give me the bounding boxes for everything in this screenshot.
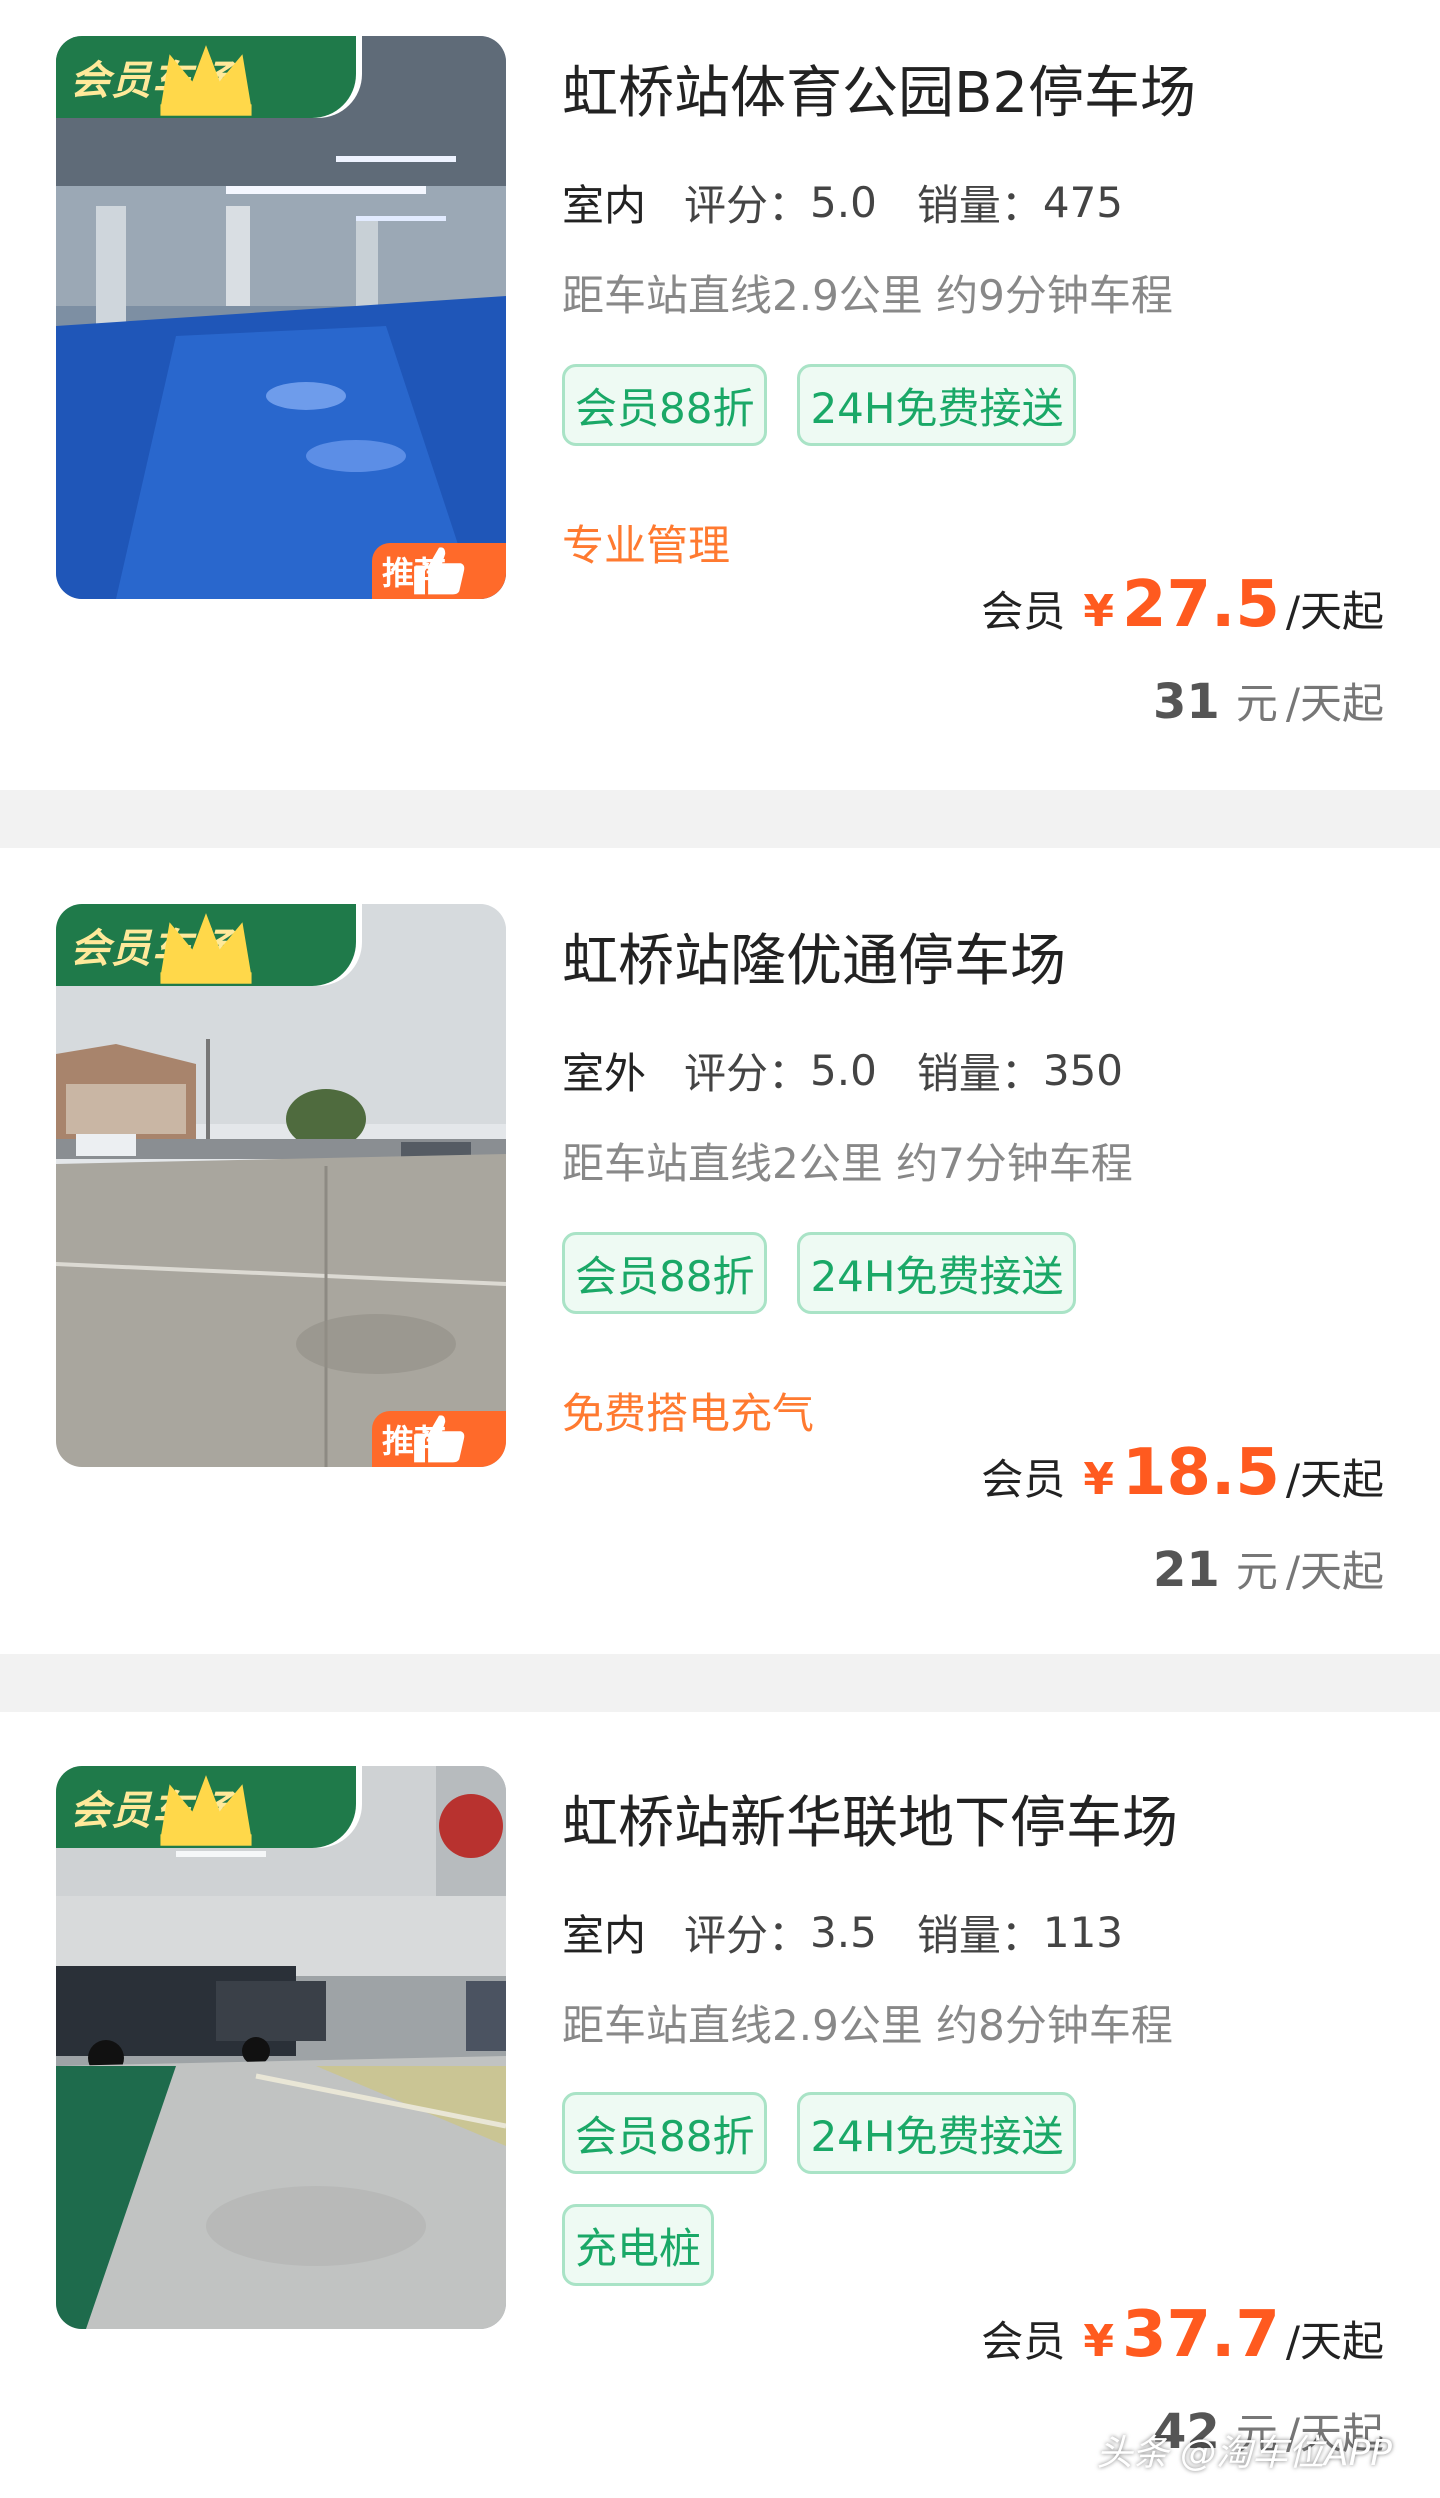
tag-chip: 24H免费接送: [797, 1232, 1077, 1314]
member-price-label: 会员: [981, 1455, 1066, 1504]
recommend-badge: 推荐: [372, 1411, 506, 1467]
price-unit: /天起: [1285, 587, 1384, 636]
rating-label: 评分：: [684, 1911, 811, 1960]
sales-value: 475: [1042, 178, 1124, 227]
currency-symbol: ¥: [1083, 586, 1114, 637]
thumbs-up-icon: [414, 547, 465, 595]
rating-label: 评分：: [684, 1049, 811, 1098]
tag-list: 会员88折 24H免费接送 充电桩: [562, 2092, 1262, 2316]
tag-chip: 会员88折: [562, 364, 768, 446]
original-price: 31 元 /天起: [1153, 670, 1384, 731]
original-price-value: 31: [1153, 674, 1220, 730]
original-price-unit: /天起: [1285, 679, 1384, 728]
parking-card[interactable]: 会员车场 虹桥站新华联地下停车场 室内 评分： 3.5 销量： 113 距车站直…: [0, 1712, 1440, 2498]
parking-kind: 室内: [559, 172, 651, 237]
crown-icon: [160, 913, 252, 984]
sales-value: 113: [1042, 1908, 1124, 1957]
original-price-unit: /天起: [1285, 1547, 1384, 1596]
original-price: 21 元 /天起: [1153, 1538, 1384, 1599]
sales-label: 销量：: [916, 1911, 1043, 1960]
member-price-label: 会员: [981, 587, 1066, 636]
original-price-value: 21: [1153, 1542, 1220, 1598]
parking-meta: 室内 评分： 3.5 销量： 113: [559, 1902, 1124, 1967]
feature-text: 专业管理: [562, 521, 731, 570]
parking-kind: 室内: [559, 1902, 651, 1967]
tag-chip: 充电桩: [562, 2204, 715, 2286]
recommend-badge: 推荐: [372, 543, 506, 599]
distance-text: 距车站直线2公里 约7分钟车程: [562, 1139, 1133, 1188]
distance-text: 距车站直线2.9公里 约8分钟车程: [562, 2001, 1173, 2050]
tag-chip: 会员88折: [562, 1232, 768, 1314]
price-unit: /天起: [1285, 1455, 1384, 1504]
member-price-value: 37.7: [1121, 2298, 1280, 2372]
member-parking-badge: 会员车场: [56, 36, 356, 118]
tag-list: 会员88折 24H免费接送: [562, 1232, 1262, 1344]
member-parking-badge: 会员车场: [56, 1766, 356, 1848]
sales-label: 销量：: [916, 181, 1043, 230]
currency-symbol: ¥: [1083, 1454, 1114, 1505]
card-divider: [0, 1654, 1440, 1712]
parking-card[interactable]: 会员车场 推荐 虹桥站隆优通停车场 室外 评分： 5.0 销量： 350 距车站…: [0, 848, 1440, 1638]
price-unit: /天起: [1285, 2317, 1384, 2366]
rating-value: 3.5: [810, 1908, 877, 1957]
tag-chip: 会员88折: [562, 2092, 768, 2174]
watermark: 头条 @淘车位APP: [1096, 2433, 1393, 2474]
parking-kind: 室外: [559, 1040, 651, 1105]
parking-meta: 室外 评分： 5.0 销量： 350: [559, 1040, 1124, 1105]
parking-title[interactable]: 虹桥站新华联地下停车场: [562, 1778, 1178, 1859]
member-price: 会员 ¥ 18.5 /天起: [981, 1436, 1384, 1510]
member-parking-badge: 会员车场: [56, 904, 356, 986]
feature-text: 免费搭电充气: [562, 1389, 815, 1438]
tag-chip: 24H免费接送: [797, 2092, 1077, 2174]
member-price-value: 18.5: [1121, 1436, 1280, 1510]
parking-photo[interactable]: 会员车场 推荐: [56, 904, 506, 1467]
member-price: 会员 ¥ 27.5 /天起: [981, 568, 1384, 642]
member-price-value: 27.5: [1121, 568, 1280, 642]
parking-card[interactable]: 会员车场 推荐 虹桥站体育公园B2停车场 室内 评分： 5.0 销量： 475 …: [0, 0, 1440, 790]
original-currency: 元: [1235, 1547, 1278, 1596]
tag-list: 会员88折 24H免费接送: [562, 364, 1262, 476]
original-currency: 元: [1235, 679, 1278, 728]
sales-label: 销量：: [916, 1049, 1043, 1098]
currency-symbol: ¥: [1083, 2316, 1114, 2367]
parking-title[interactable]: 虹桥站体育公园B2停车场: [562, 48, 1196, 129]
crown-icon: [160, 45, 252, 116]
rating-value: 5.0: [810, 1046, 877, 1095]
parking-title[interactable]: 虹桥站隆优通停车场: [562, 916, 1066, 997]
underground-garage-photo: [56, 1766, 506, 2329]
tag-chip: 24H免费接送: [797, 364, 1077, 446]
card-divider: [0, 790, 1440, 848]
crown-icon: [160, 1775, 252, 1846]
distance-text: 距车站直线2.9公里 约9分钟车程: [562, 271, 1173, 320]
sales-value: 350: [1042, 1046, 1124, 1095]
thumbs-up-icon: [414, 1415, 465, 1463]
parking-photo[interactable]: 会员车场 推荐: [56, 36, 506, 599]
rating-value: 5.0: [810, 178, 877, 227]
member-price-label: 会员: [981, 2317, 1066, 2366]
indoor-garage-photo: [56, 36, 506, 599]
outdoor-lot-photo: [56, 904, 506, 1467]
parking-photo[interactable]: 会员车场: [56, 1766, 506, 2329]
member-price: 会员 ¥ 37.7 /天起: [981, 2298, 1384, 2372]
rating-label: 评分：: [684, 181, 811, 230]
parking-meta: 室内 评分： 5.0 销量： 475: [559, 172, 1124, 237]
